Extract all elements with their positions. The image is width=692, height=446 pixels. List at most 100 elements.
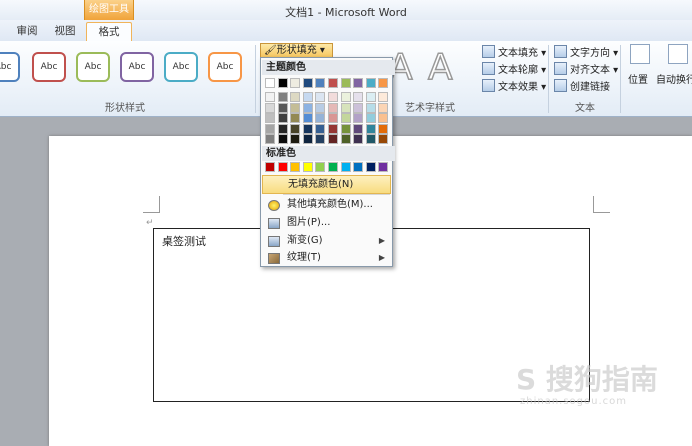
shape-style-sample[interactable]: Abc	[0, 52, 20, 82]
color-swatch[interactable]	[365, 102, 376, 113]
texture-menu-item[interactable]: 纹理(T) ▶	[262, 249, 391, 266]
color-swatch[interactable]	[315, 92, 326, 102]
color-swatch[interactable]	[290, 78, 301, 88]
position-button[interactable]: 位置	[628, 71, 648, 86]
color-swatch[interactable]	[353, 123, 364, 134]
wordart-style-sample[interactable]: A	[427, 46, 453, 89]
color-swatch[interactable]	[340, 123, 351, 134]
group-separator	[620, 45, 621, 113]
color-swatch[interactable]	[328, 78, 338, 88]
color-swatch[interactable]	[365, 123, 376, 134]
color-swatch[interactable]	[365, 113, 376, 123]
color-swatch[interactable]	[378, 113, 389, 123]
color-swatch[interactable]	[302, 134, 313, 144]
color-swatch[interactable]	[378, 102, 389, 113]
color-swatch[interactable]	[277, 134, 288, 144]
color-swatch[interactable]	[328, 102, 338, 113]
no-fill-menu-item[interactable]: 无填充颜色(N)	[262, 175, 391, 194]
shape-style-sample[interactable]: Abc	[208, 52, 242, 82]
color-swatch[interactable]	[353, 162, 364, 172]
color-swatch[interactable]	[302, 78, 313, 88]
color-swatch[interactable]	[265, 134, 275, 144]
text-fill-button[interactable]: 文本填充 ▾	[482, 44, 546, 59]
color-swatch[interactable]	[290, 102, 301, 113]
color-swatch[interactable]	[340, 162, 351, 172]
color-swatch[interactable]	[340, 78, 351, 88]
color-swatch[interactable]	[353, 134, 364, 144]
color-swatch[interactable]	[302, 92, 313, 102]
palette-icon	[268, 200, 280, 211]
color-swatch[interactable]	[302, 162, 313, 172]
color-swatch[interactable]	[328, 113, 338, 123]
gradient-icon	[268, 236, 280, 247]
color-swatch[interactable]	[265, 162, 275, 172]
text-direction-button[interactable]: 文字方向 ▾	[554, 44, 618, 59]
tab-review[interactable]: 审阅	[10, 22, 44, 41]
color-swatch[interactable]	[315, 78, 326, 88]
color-swatch[interactable]	[302, 123, 313, 134]
color-swatch[interactable]	[277, 102, 288, 113]
color-swatch[interactable]	[265, 113, 275, 123]
color-swatch[interactable]	[365, 162, 376, 172]
color-swatch[interactable]	[365, 134, 376, 144]
color-swatch[interactable]	[365, 78, 376, 88]
color-swatch[interactable]	[315, 162, 326, 172]
more-colors-menu-item[interactable]: 其他填充颜色(M)...	[262, 196, 391, 213]
color-swatch[interactable]	[378, 92, 389, 102]
color-swatch[interactable]	[277, 162, 288, 172]
color-swatch[interactable]	[265, 123, 275, 134]
color-swatch[interactable]	[315, 113, 326, 123]
color-swatch[interactable]	[302, 113, 313, 123]
gradient-menu-item[interactable]: 渐变(G) ▶	[262, 232, 391, 249]
color-swatch[interactable]	[265, 102, 275, 113]
color-swatch[interactable]	[328, 162, 338, 172]
color-swatch[interactable]	[353, 78, 364, 88]
color-swatch[interactable]	[277, 92, 288, 102]
color-swatch[interactable]	[340, 92, 351, 102]
autowrap-button[interactable]: 自动换行	[656, 71, 692, 86]
tab-view[interactable]: 视图	[48, 22, 82, 41]
color-swatch[interactable]	[328, 123, 338, 134]
color-swatch[interactable]	[277, 123, 288, 134]
shape-style-sample[interactable]: Abc	[32, 52, 66, 82]
text-effect-button[interactable]: 文本效果 ▾	[482, 78, 546, 93]
align-text-button[interactable]: 对齐文本 ▾	[554, 61, 618, 76]
color-swatch[interactable]	[378, 134, 389, 144]
color-swatch[interactable]	[290, 123, 301, 134]
color-swatch[interactable]	[353, 102, 364, 113]
color-swatch[interactable]	[353, 113, 364, 123]
color-swatch[interactable]	[353, 92, 364, 102]
color-swatch[interactable]	[340, 134, 351, 144]
shape-style-sample[interactable]: Abc	[120, 52, 154, 82]
color-swatch[interactable]	[328, 92, 338, 102]
color-swatch[interactable]	[265, 92, 275, 102]
color-swatch[interactable]	[378, 123, 389, 134]
color-swatch[interactable]	[378, 78, 389, 88]
color-swatch[interactable]	[365, 92, 376, 102]
picture-menu-item[interactable]: 图片(P)...	[262, 214, 391, 231]
color-swatch[interactable]	[328, 134, 338, 144]
color-swatch[interactable]	[290, 162, 301, 172]
create-link-button[interactable]: 创建链接	[554, 78, 610, 93]
color-swatch[interactable]	[290, 92, 301, 102]
color-swatch[interactable]	[290, 113, 301, 123]
margin-corner	[143, 196, 160, 213]
text-group-label: 文本	[575, 103, 595, 114]
color-swatch[interactable]	[277, 78, 288, 88]
color-swatch[interactable]	[265, 78, 275, 88]
text-outline-button[interactable]: 文本轮廓 ▾	[482, 61, 546, 76]
shape-style-sample[interactable]: Abc	[164, 52, 198, 82]
color-swatch[interactable]	[340, 113, 351, 123]
color-swatch[interactable]	[378, 162, 389, 172]
color-swatch[interactable]	[302, 102, 313, 113]
tab-format[interactable]: 格式	[86, 22, 132, 42]
color-swatch[interactable]	[290, 134, 301, 144]
text-box-content[interactable]: 桌签测试	[162, 233, 206, 249]
color-swatch[interactable]	[315, 134, 326, 144]
shape-style-sample[interactable]: Abc	[76, 52, 110, 82]
color-swatch[interactable]	[340, 102, 351, 113]
color-swatch[interactable]	[315, 102, 326, 113]
color-swatch[interactable]	[315, 123, 326, 134]
color-swatch[interactable]	[277, 113, 288, 123]
drawing-tools-context-tab: 绘图工具	[84, 0, 134, 20]
